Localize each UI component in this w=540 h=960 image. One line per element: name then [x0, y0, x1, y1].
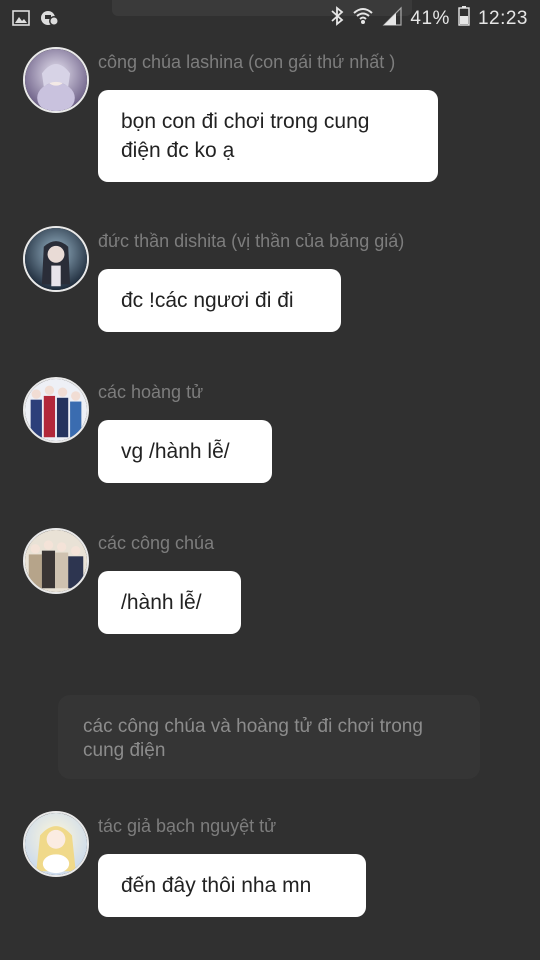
- status-right-icons: 41% 12:23: [330, 5, 528, 32]
- avatar[interactable]: [23, 377, 89, 443]
- battery-icon: [458, 6, 470, 31]
- bluetooth-icon: [330, 5, 344, 32]
- signal-icon: [382, 6, 403, 31]
- sender-name: công chúa lashina (con gái thứ nhất ): [98, 52, 396, 72]
- sender-name: đức thần dishita (vị thần của băng giá): [98, 231, 405, 251]
- message-bubble[interactable]: /hành lễ/: [98, 571, 241, 634]
- narration-box[interactable]: các công chúa và hoàng tử đi chơi trong …: [58, 695, 480, 779]
- sender-name: các công chúa: [98, 533, 215, 553]
- avatar[interactable]: [23, 528, 89, 594]
- message-bubble[interactable]: đc !các ngươi đi đi: [98, 269, 341, 332]
- battery-percent: 41%: [410, 7, 450, 29]
- status-bar: 41% 12:23: [0, 0, 540, 36]
- sender-name: các hoàng tử: [98, 382, 204, 402]
- avatar[interactable]: [23, 226, 89, 292]
- sender-name: tác giả bạch nguyệt tử: [98, 816, 277, 836]
- message-bubble[interactable]: vg /hành lễ/: [98, 420, 272, 483]
- image-icon: [12, 10, 30, 31]
- avatar[interactable]: [23, 811, 89, 877]
- clock: 12:23: [477, 7, 528, 29]
- message-bubble[interactable]: đến đây thôi nha mn: [98, 854, 366, 917]
- notification-icon: [40, 9, 60, 32]
- message-bubble[interactable]: bọn con đi chơi trong cung điện đc ko ạ: [98, 90, 438, 182]
- status-left-icons: [12, 9, 60, 32]
- avatar[interactable]: [23, 47, 89, 113]
- wifi-icon: [352, 5, 374, 32]
